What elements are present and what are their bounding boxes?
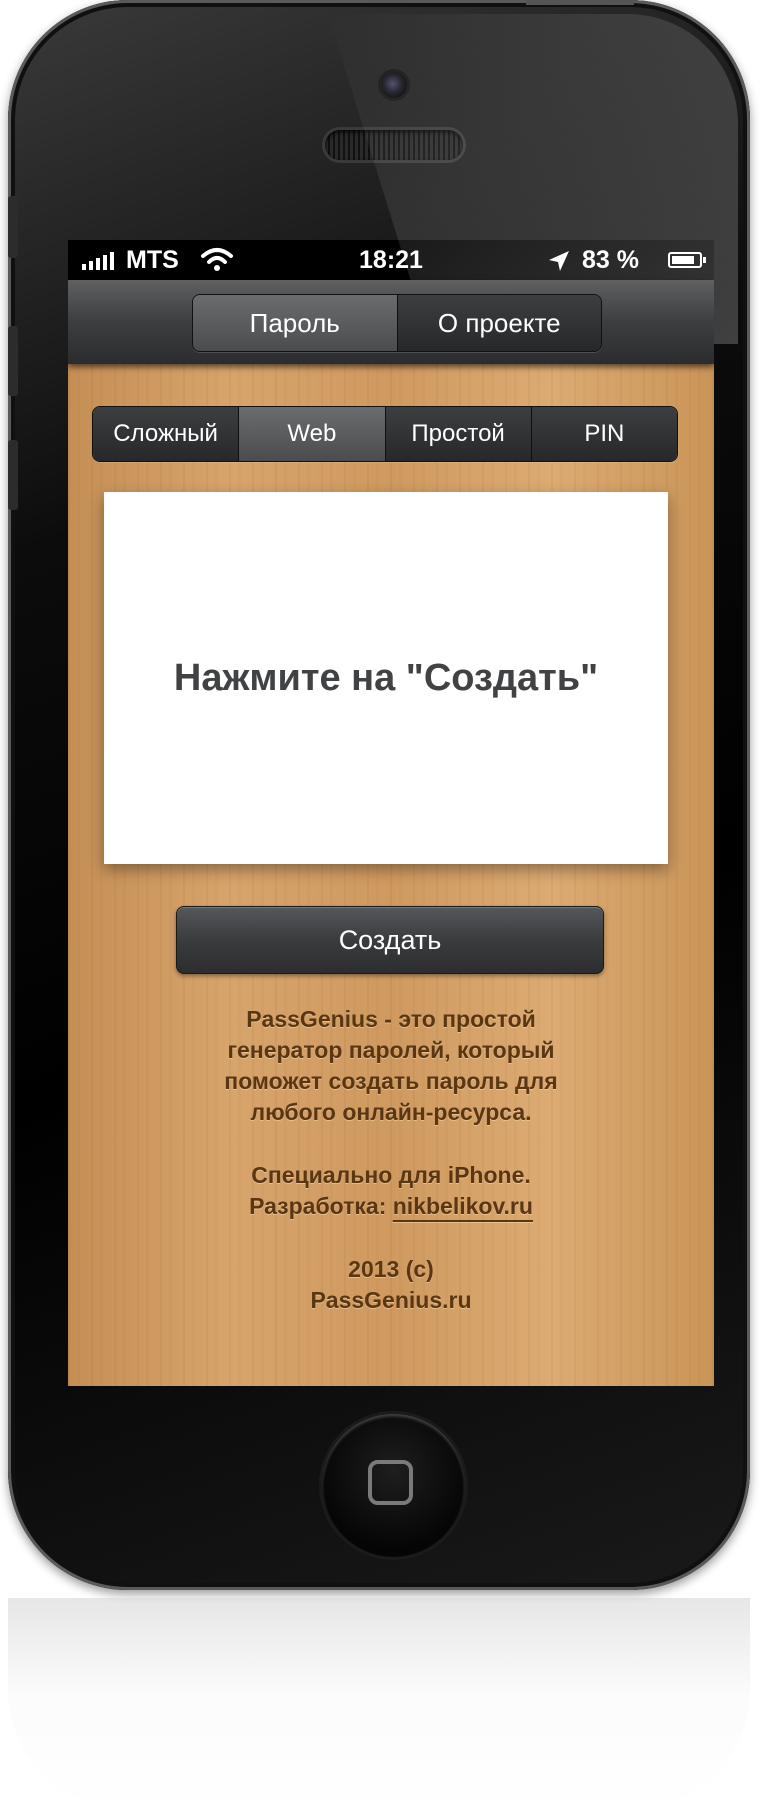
password-mode-segmented-control: Сложный Web Простой PIN	[92, 406, 678, 462]
mode-complex[interactable]: Сложный	[93, 407, 239, 461]
mode-pin[interactable]: PIN	[530, 407, 677, 461]
mode-web[interactable]: Web	[238, 407, 385, 461]
screen: MTS 18:21 83 % Пароль О проекте Сложный …	[68, 240, 714, 1386]
mode-simple[interactable]: Простой	[384, 407, 531, 461]
about-credits: Специально для iPhone. Разработка: nikbe…	[68, 1160, 714, 1222]
description-line: поможет создать пароль для	[224, 1068, 558, 1094]
about-footer: 2013 (c) PassGenius.ru	[68, 1254, 714, 1316]
device-reflection	[8, 1598, 750, 1810]
earpiece-speaker	[325, 130, 463, 160]
copyright-text: 2013 (c)	[348, 1256, 434, 1282]
volume-down-button[interactable]	[8, 440, 18, 510]
made-for-text: Специально для iPhone.	[251, 1162, 531, 1188]
tab-about[interactable]: О проекте	[396, 295, 601, 351]
home-button[interactable]	[322, 1414, 465, 1557]
home-square-icon	[368, 1460, 413, 1505]
mute-switch[interactable]	[8, 196, 18, 258]
description-line: любого онлайн-ресурса.	[250, 1099, 532, 1125]
developer-line: Разработка: nikbelikov.ru	[68, 1191, 714, 1222]
password-result-card[interactable]: Нажмите на "Создать"	[104, 492, 668, 864]
about-description: PassGenius - это простой генератор парол…	[68, 1004, 714, 1128]
result-text: Нажмите на "Создать"	[173, 656, 599, 699]
developer-prefix: Разработка:	[249, 1193, 393, 1219]
create-button[interactable]: Создать	[176, 906, 604, 974]
main-content: Сложный Web Простой PIN Нажмите на "Созд…	[68, 364, 714, 1386]
iphone-device: MTS 18:21 83 % Пароль О проекте Сложный …	[8, 0, 750, 1590]
navigation-bar: Пароль О проекте	[68, 280, 714, 364]
volume-up-button[interactable]	[8, 326, 18, 396]
location-arrow-icon	[549, 251, 569, 271]
developer-link[interactable]: nikbelikov.ru	[393, 1193, 533, 1219]
front-camera	[381, 72, 407, 98]
nav-segmented-control: Пароль О проекте	[192, 294, 602, 352]
status-bar: MTS 18:21 83 %	[68, 240, 714, 280]
description-line: PassGenius - это простой	[246, 1006, 536, 1032]
tab-password[interactable]: Пароль	[193, 295, 397, 351]
battery-percent: 83 %	[582, 246, 639, 274]
battery-icon	[668, 252, 706, 268]
site-text: PassGenius.ru	[310, 1287, 472, 1313]
description-line: генератор паролей, который	[227, 1037, 555, 1063]
power-button[interactable]	[526, 0, 634, 5]
